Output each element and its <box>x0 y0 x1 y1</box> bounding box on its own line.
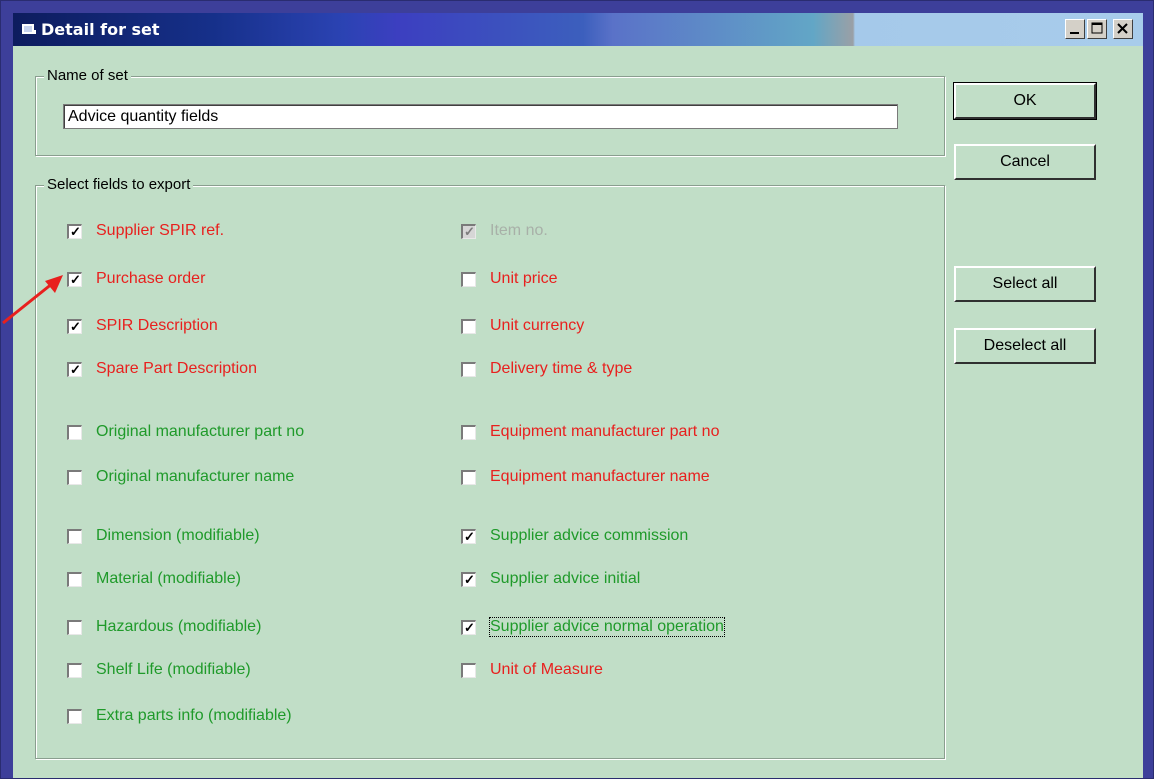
checkbox-box[interactable] <box>67 571 82 587</box>
set-name-input[interactable] <box>63 104 898 129</box>
window-title: Detail for set <box>41 20 160 39</box>
checkbox-label: Supplier SPIR ref. <box>96 222 225 239</box>
check-icon: ✓ <box>70 271 81 287</box>
checkbox-box[interactable]: ✓ <box>461 571 476 587</box>
ok-button[interactable]: OK <box>953 82 1097 120</box>
checkbox-unit-currency[interactable]: Unit currency <box>461 317 584 335</box>
checkbox-label: Unit of Measure <box>490 661 603 678</box>
name-of-set-legend: Name of set <box>44 67 131 84</box>
checkbox-label: SPIR Description <box>96 317 218 334</box>
check-icon: ✓ <box>70 318 81 334</box>
checkbox-supplier-advice-normal-operation[interactable]: ✓ Supplier advice normal operation <box>461 617 725 637</box>
annotation-arrow-icon <box>2 275 63 325</box>
checkbox-label: Shelf Life (modifiable) <box>96 661 251 678</box>
checkbox-label: Purchase order <box>96 270 206 287</box>
check-icon: ✓ <box>464 619 475 635</box>
checkbox-label: Delivery time & type <box>490 360 633 377</box>
checkbox-box[interactable]: ✓ <box>67 223 82 239</box>
app-icon <box>22 24 36 34</box>
checkbox-supplier-spir-ref[interactable]: ✓ Supplier SPIR ref. <box>67 222 224 240</box>
checkbox-label: Original manufacturer name <box>96 468 295 485</box>
minimize-button[interactable] <box>1065 19 1085 39</box>
checkbox-box[interactable] <box>67 469 82 485</box>
checkbox-label: Supplier advice commission <box>490 527 689 544</box>
checkbox-box[interactable] <box>67 424 82 440</box>
checkbox-label: Equipment manufacturer name <box>490 468 710 485</box>
title-bar[interactable]: Detail for set <box>13 13 1143 46</box>
checkbox-purchase-order[interactable]: ✓ Purchase order <box>67 270 205 288</box>
checkbox-shelf-life[interactable]: Shelf Life (modifiable) <box>67 661 251 679</box>
checkbox-label: Supplier advice initial <box>490 570 641 587</box>
checkbox-delivery-time-type[interactable]: Delivery time & type <box>461 360 632 378</box>
checkbox-box[interactable] <box>461 662 476 678</box>
checkbox-box[interactable] <box>461 318 476 334</box>
close-icon <box>1117 23 1128 34</box>
checkbox-label: Supplier advice normal operation <box>489 617 725 637</box>
check-icon: ✓ <box>70 361 81 377</box>
checkbox-box: ✓ <box>461 223 476 239</box>
checkbox-spir-description[interactable]: ✓ SPIR Description <box>67 317 218 335</box>
maximize-icon <box>1091 22 1103 34</box>
dialog-client: Name of set OK Cancel Select all Deselec… <box>13 46 1143 778</box>
checkbox-unit-price[interactable]: Unit price <box>461 270 558 288</box>
checkbox-box[interactable] <box>67 708 82 724</box>
checkbox-original-manufacturer-name[interactable]: Original manufacturer name <box>67 468 294 486</box>
close-button[interactable] <box>1113 19 1133 39</box>
check-icon: ✓ <box>464 223 475 239</box>
checkbox-equipment-manufacturer-part-no[interactable]: Equipment manufacturer part no <box>461 423 719 441</box>
check-icon: ✓ <box>464 571 475 587</box>
checkbox-dimension[interactable]: Dimension (modifiable) <box>67 527 260 545</box>
minimize-icon <box>1070 32 1079 34</box>
checkbox-supplier-advice-commission[interactable]: ✓ Supplier advice commission <box>461 527 688 545</box>
checkbox-label: Spare Part Description <box>96 360 257 377</box>
checkbox-equipment-manufacturer-name[interactable]: Equipment manufacturer name <box>461 468 710 486</box>
select-fields-legend: Select fields to export <box>44 176 194 193</box>
checkbox-box[interactable] <box>67 662 82 678</box>
check-icon: ✓ <box>70 223 81 239</box>
deselect-all-button[interactable]: Deselect all <box>954 328 1096 364</box>
checkbox-label: Dimension (modifiable) <box>96 527 260 544</box>
checkbox-original-manufacturer-part-no[interactable]: Original manufacturer part no <box>67 423 304 441</box>
checkbox-box[interactable]: ✓ <box>67 361 82 377</box>
select-all-button[interactable]: Select all <box>954 266 1096 302</box>
checkbox-box[interactable] <box>67 619 82 635</box>
checkbox-label: Material (modifiable) <box>96 570 241 587</box>
checkbox-box[interactable]: ✓ <box>461 528 476 544</box>
checkbox-box[interactable] <box>461 469 476 485</box>
checkbox-box[interactable]: ✓ <box>461 619 476 635</box>
checkbox-label: Equipment manufacturer part no <box>490 423 720 440</box>
checkbox-box[interactable] <box>461 271 476 287</box>
checkbox-box[interactable] <box>461 361 476 377</box>
checkbox-supplier-advice-initial[interactable]: ✓ Supplier advice initial <box>461 570 640 588</box>
dialog-window: Detail for set Name of set OK Cancel Sel… <box>0 0 1154 779</box>
checkbox-label: Unit currency <box>490 317 585 334</box>
checkbox-label: Extra parts info (modifiable) <box>96 707 292 724</box>
checkbox-extra-parts-info[interactable]: Extra parts info (modifiable) <box>67 707 292 725</box>
checkbox-label: Original manufacturer part no <box>96 423 305 440</box>
maximize-button[interactable] <box>1087 19 1107 39</box>
checkbox-box[interactable] <box>461 424 476 440</box>
checkbox-label: Hazardous (modifiable) <box>96 618 262 635</box>
checkbox-unit-of-measure[interactable]: Unit of Measure <box>461 661 603 679</box>
checkbox-spare-part-description[interactable]: ✓ Spare Part Description <box>67 360 257 378</box>
checkbox-label: Unit price <box>490 270 558 287</box>
checkbox-item-no: ✓ Item no. <box>461 222 548 240</box>
cancel-button[interactable]: Cancel <box>954 144 1096 180</box>
checkbox-hazardous[interactable]: Hazardous (modifiable) <box>67 618 261 636</box>
checkbox-label: Item no. <box>490 222 548 239</box>
checkbox-box[interactable] <box>67 528 82 544</box>
check-icon: ✓ <box>464 528 475 544</box>
checkbox-material[interactable]: Material (modifiable) <box>67 570 241 588</box>
